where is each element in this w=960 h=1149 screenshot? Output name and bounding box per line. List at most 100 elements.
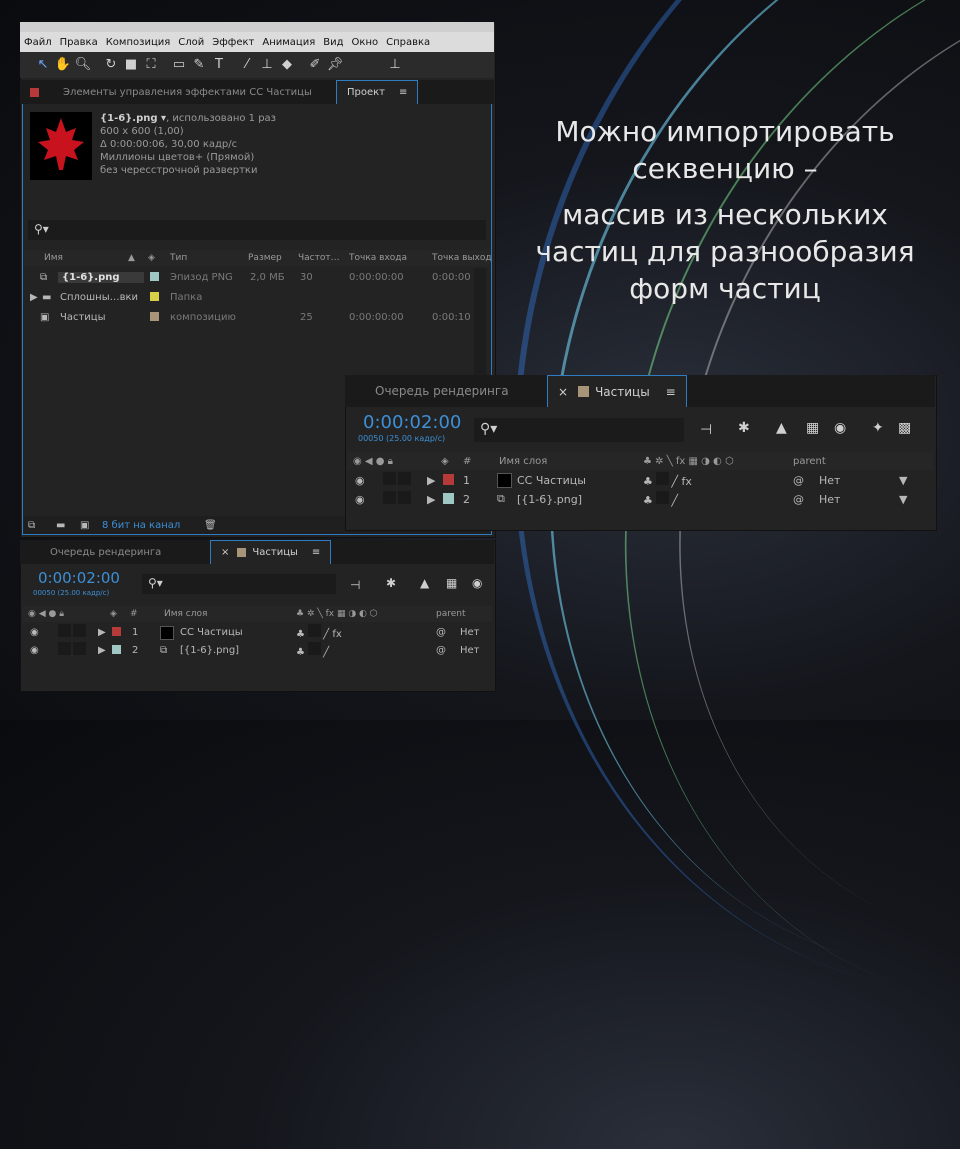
pan-behind-icon[interactable]: ⛶ [142, 56, 160, 74]
motion-blur-icon[interactable]: ◉ [472, 576, 482, 590]
menu-help[interactable]: Справка [382, 37, 434, 48]
motion-blur-icon[interactable]: ◉ [834, 420, 846, 436]
parent-select[interactable]: Нет [819, 493, 840, 506]
interpret-footage-icon[interactable]: ⧉ [28, 520, 35, 531]
rectangle-icon[interactable]: ▭ [170, 56, 188, 74]
tab-comp-particles[interactable]: × Частицы ≡ [547, 375, 687, 407]
brush-icon[interactable]: ⁄ [238, 56, 256, 74]
slide-text-line5: форм частиц [629, 272, 821, 305]
col-name[interactable]: Имя [44, 253, 63, 263]
dropdown-arrow-icon[interactable]: ▼ [899, 474, 907, 487]
eraser-icon[interactable]: ◆ [278, 56, 296, 74]
menu-file[interactable]: Файл [20, 37, 56, 48]
cursor-icon[interactable]: ↖ [34, 56, 52, 74]
axis-icon[interactable]: ⊥ [386, 56, 404, 74]
zoom-icon[interactable]: 🔍︎ [74, 56, 92, 74]
parent-select[interactable]: Нет [460, 627, 480, 638]
panel-menu-icon[interactable]: ≡ [399, 87, 407, 98]
roto-brush-icon[interactable]: ✐ [306, 56, 324, 74]
col-out[interactable]: Точка выход [432, 253, 492, 263]
layer-row[interactable]: ◉ ▶ 1 CC Частицы ♣ ╱ fx @ Нет [22, 624, 492, 640]
trash-icon[interactable]: 🗑︎ [204, 520, 217, 531]
layer-switches[interactable]: ♣ ╱ [296, 642, 329, 658]
layer-row[interactable]: ◉ ▶ 2 ⧉ [{1-6}.png] ♣ ╱ @ Нет [22, 642, 492, 658]
project-row[interactable]: ⧉ {1-6}.png Эпизод PNG 2,0 МБ 30 0:00:00… [24, 268, 490, 286]
shy-layers-icon[interactable]: ▲ [420, 576, 429, 590]
spiral-icon[interactable]: @ [793, 474, 804, 487]
eye-icon[interactable]: ◉ [30, 645, 39, 656]
tab-project[interactable]: Проект ≡ [336, 80, 419, 104]
parent-select[interactable]: Нет [819, 474, 840, 487]
expand-arrow-icon[interactable]: ▶ [427, 493, 435, 506]
panel-menu-icon[interactable]: ≡ [312, 547, 320, 558]
col-in[interactable]: Точка входа [349, 253, 407, 263]
label-tag-icon[interactable]: ◈ [148, 253, 155, 263]
layer-switches[interactable]: ♣ ╱ fx [296, 624, 342, 640]
eye-icon[interactable]: ◉ [30, 627, 39, 638]
preview-name: {1-6}.png ▾, использовано 1 раз [100, 113, 276, 124]
shy-layers-icon[interactable]: ▲ [776, 420, 787, 436]
tab-render-queue[interactable]: Очередь рендеринга [345, 375, 547, 407]
spiral-icon[interactable]: @ [436, 645, 446, 656]
new-composition-icon[interactable]: ▣ [80, 520, 89, 531]
menu-view[interactable]: Вид [319, 37, 347, 48]
rotate-icon[interactable]: ↻ [102, 56, 120, 74]
text-icon[interactable]: T [210, 56, 228, 74]
expand-arrow-icon[interactable]: ▶ [30, 292, 38, 303]
project-row[interactable]: ▶ ▬ Сплошны…вки Папка [24, 288, 490, 306]
clone-stamp-icon[interactable]: ⊥ [258, 56, 276, 74]
draft-3d-icon[interactable]: ✱ [386, 576, 396, 590]
comp-flowchart-icon[interactable]: ⊣ [350, 578, 360, 592]
layer-row[interactable]: ◉ ▶ 1 CC Частицы ♣ ╱ fx @ Нет ▼ [347, 471, 933, 489]
frame-blending-icon[interactable]: ▦ [446, 576, 457, 590]
frame-blending-icon[interactable]: ▦ [806, 420, 819, 436]
brainstorm-icon[interactable]: ✦ [872, 420, 884, 436]
hand-icon[interactable]: ✋ [54, 56, 72, 74]
close-icon[interactable]: × [558, 385, 568, 399]
menu-animation[interactable]: Анимация [258, 37, 319, 48]
preview-size: 600 x 600 (1,00) [100, 126, 184, 137]
menu-effect[interactable]: Эффект [208, 37, 258, 48]
menu-composition[interactable]: Композиция [102, 37, 175, 48]
comp-flowchart-icon[interactable]: ⊣ [700, 422, 712, 438]
bit-depth-label[interactable]: 8 бит на канал [102, 520, 180, 531]
camera-icon[interactable]: ■ [122, 56, 140, 74]
tab-comp-particles[interactable]: × Частицы ≡ [210, 540, 332, 564]
pen-icon[interactable]: ✎ [190, 56, 208, 74]
spiral-icon[interactable]: @ [793, 493, 804, 506]
menu-window[interactable]: Окно [348, 37, 383, 48]
expand-arrow-icon[interactable]: ▶ [98, 627, 106, 638]
layer-switches[interactable]: ♣ ╱ fx [643, 472, 692, 488]
menu-layer[interactable]: Слой [174, 37, 208, 48]
parent-select[interactable]: Нет [460, 645, 480, 656]
puppet-pin-icon[interactable]: 📌︎ [326, 56, 344, 74]
dropdown-arrow-icon[interactable]: ▾ [158, 113, 166, 124]
graph-editor-icon[interactable]: ▩ [898, 420, 911, 436]
dropdown-arrow-icon[interactable]: ▼ [899, 493, 907, 506]
eye-icon[interactable]: ◉ [355, 493, 365, 506]
panel-menu-icon[interactable]: ≡ [666, 385, 676, 399]
timeline-search-input[interactable]: ⚲▾ [474, 418, 684, 442]
tab-render-queue[interactable]: Очередь рендеринга [20, 540, 210, 564]
col-layer-name: Имя слоя [164, 609, 208, 619]
sort-asc-icon[interactable]: ▲ [128, 253, 135, 263]
layer-row[interactable]: ◉ ▶ 2 ⧉ [{1-6}.png] ♣ ╱ @ Нет ▼ [347, 490, 933, 508]
project-search-input[interactable]: ⚲▾ [28, 220, 486, 240]
menu-edit[interactable]: Правка [56, 37, 102, 48]
close-icon[interactable]: × [221, 547, 229, 558]
col-fps[interactable]: Частот… [298, 253, 340, 263]
col-type[interactable]: Тип [170, 253, 187, 263]
project-row[interactable]: ▣ Частицы композицию 25 0:00:00:00 0:00:… [24, 308, 490, 326]
layer-switches[interactable]: ♣ ╱ [643, 491, 678, 507]
spiral-icon[interactable]: @ [436, 627, 446, 638]
timecode[interactable]: 0:00:02:00 [38, 569, 120, 587]
col-size[interactable]: Размер [248, 253, 282, 263]
tab-effect-controls[interactable]: Элементы управления эффектами CC Частицы [20, 80, 336, 104]
draft-3d-icon[interactable]: ✱ [738, 420, 750, 436]
eye-icon[interactable]: ◉ [355, 474, 365, 487]
expand-arrow-icon[interactable]: ▶ [98, 645, 106, 656]
new-folder-icon[interactable]: ▬ [56, 520, 65, 531]
expand-arrow-icon[interactable]: ▶ [427, 474, 435, 487]
timeline-search-input[interactable]: ⚲▾ [142, 574, 336, 594]
timecode[interactable]: 0:00:02:00 [363, 412, 461, 433]
